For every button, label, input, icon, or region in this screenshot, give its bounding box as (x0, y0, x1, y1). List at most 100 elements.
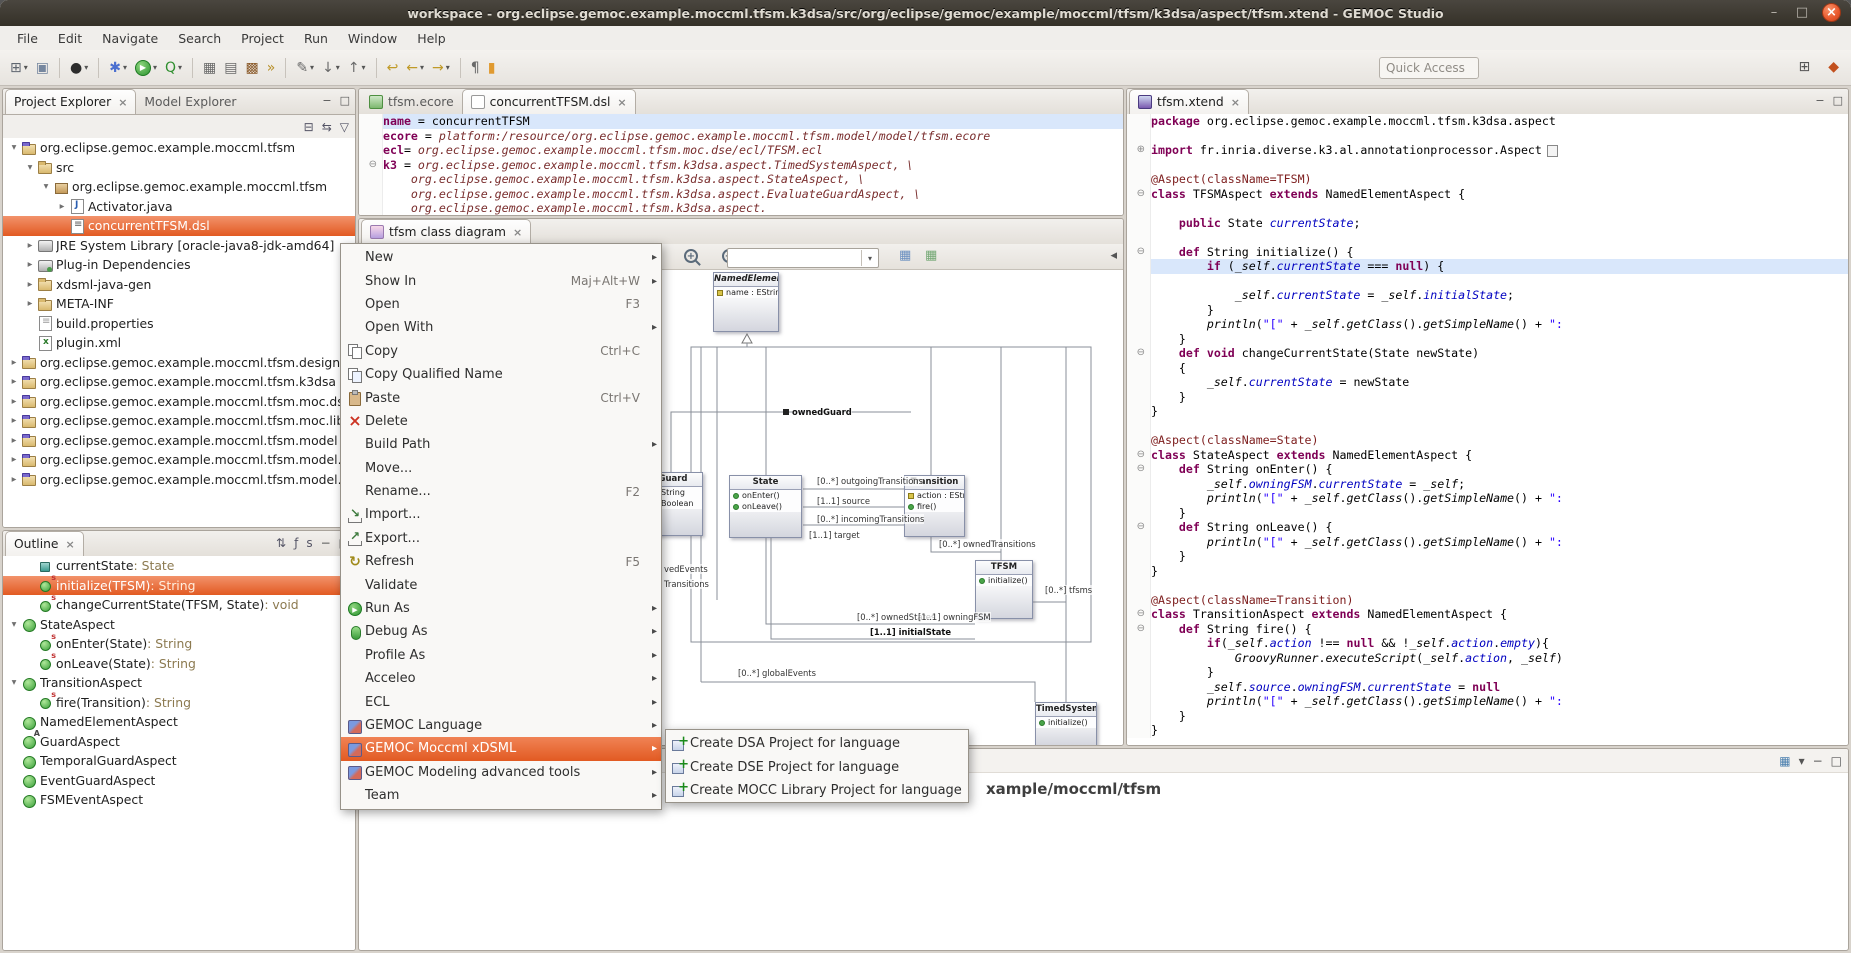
run-icon[interactable]: ▶▾ (132, 56, 160, 80)
tree-item-org-eclipse-gemoc-example-moccml-tfsm-k3dsa[interactable]: ▸org.eclipse.gemoc.example.moccml.tfsm.k… (3, 372, 355, 392)
menu-item-team[interactable]: Team▸ (341, 784, 661, 807)
expander-icon[interactable]: ▸ (7, 474, 21, 485)
tree-item-concurrenttfsm-dsl[interactable]: concurrentTFSM.dsl (3, 216, 355, 236)
tree-item-onleave-state[interactable]: sonLeave(State) : String (3, 654, 355, 674)
tree-item-fsmeventaspect[interactable]: FSMEventAspect (3, 790, 355, 810)
collapse-palette-icon[interactable]: ◂ (1110, 248, 1117, 263)
zoom-combo[interactable]: ▾ (727, 248, 879, 268)
expander-icon[interactable]: ▸ (23, 240, 37, 251)
expander-icon[interactable]: ▸ (7, 357, 21, 368)
expander-icon[interactable]: ▸ (55, 201, 69, 212)
close-tab-icon[interactable]: × (1231, 96, 1240, 109)
minimize-view-icon[interactable]: − (1813, 754, 1823, 768)
view-menu-icon[interactable]: ▽ (340, 120, 349, 134)
maximize-view-icon[interactable]: □ (340, 94, 350, 107)
class-box-state[interactable]: StateonEnter()onLeave() (729, 475, 802, 538)
tree-item-guardaspect[interactable]: AGuardAspect (3, 732, 355, 752)
class-box-tfsm[interactable]: TFSMinitialize() (975, 560, 1033, 619)
show-whitespace-icon[interactable]: ¶ (468, 56, 483, 80)
external-tools-icon[interactable]: ✱▾ (106, 56, 130, 80)
fold-marker-icon[interactable]: ⊖ (1127, 520, 1151, 535)
export-image-icon[interactable]: ▦ (899, 248, 911, 263)
tree-item-org-eclipse-gemoc-example-moccml-tfsm-model-e[interactable]: ▸org.eclipse.gemoc.example.moccml.tfsm.m… (3, 450, 355, 470)
tab-tfsm-class-diagram[interactable]: tfsm class diagram× (361, 219, 531, 244)
menu-item-new[interactable]: New▸ (341, 246, 661, 269)
back-icon[interactable]: ←▾ (403, 56, 427, 80)
menu-item-refresh[interactable]: RefreshF5 (341, 550, 661, 573)
view-icon[interactable]: ▦ (1779, 754, 1790, 768)
collapse-all-icon[interactable]: ⊟ (304, 120, 314, 134)
view-menu-icon[interactable]: ▾ (1799, 754, 1805, 768)
tree-item-org-eclipse-gemoc-example-moccml-tfsm-moc-lib[interactable]: ▸org.eclipse.gemoc.example.moccml.tfsm.m… (3, 411, 355, 431)
tree-item-plugin-xml[interactable]: plugin.xml (3, 333, 355, 353)
fold-marker-icon[interactable]: ⊖ (1127, 245, 1151, 260)
menu-item-run-as[interactable]: Run As▸ (341, 597, 661, 620)
tree-item-org-eclipse-gemoc-example-moccml-tfsm-moc-dse[interactable]: ▸org.eclipse.gemoc.example.moccml.tfsm.m… (3, 392, 355, 412)
collapsed-imports-icon[interactable] (1547, 145, 1558, 157)
tab-outline[interactable]: Outline× (5, 531, 84, 556)
next-annotation-icon[interactable]: ↓▾ (319, 56, 343, 80)
maximize-view-icon[interactable]: □ (1831, 754, 1842, 768)
fold-marker-icon[interactable]: ⊖ (1127, 448, 1151, 463)
menu-item-copy[interactable]: CopyCtrl+C (341, 340, 661, 363)
close-tab-icon[interactable]: × (617, 96, 626, 109)
expander-icon[interactable]: ▸ (7, 376, 21, 387)
fold-marker-icon[interactable]: ⊖ (1127, 187, 1151, 202)
save-icon[interactable]: ▣ (33, 56, 52, 80)
tree-item-namedelementaspect[interactable]: NamedElementAspect (3, 712, 355, 732)
menu-item-compare-with[interactable]: Compare With▸ (341, 807, 661, 810)
menu-help[interactable]: Help (408, 29, 455, 48)
tree-item-org-eclipse-gemoc-example-moccml-tfsm[interactable]: ▾org.eclipse.gemoc.example.moccml.tfsm (3, 138, 355, 158)
tree-item-org-eclipse-gemoc-example-moccml-tfsm-model-e[interactable]: ▸org.eclipse.gemoc.example.moccml.tfsm.m… (3, 470, 355, 490)
tree-item-changecurrentstate-tfsm-state[interactable]: schangeCurrentState(TFSM, State) : void (3, 595, 355, 615)
tree-item-jre-system-library-oracle-java8-jdk-amd64[interactable]: ▸JRE System Library [oracle-java8-jdk-am… (3, 236, 355, 256)
tree-item-plug-in-dependencies[interactable]: ▸Plug-in Dependencies (3, 255, 355, 275)
expander-icon[interactable]: ▸ (23, 298, 37, 309)
search-icon[interactable]: » (264, 56, 279, 80)
tree-item-org-eclipse-gemoc-example-moccml-tfsm-design[interactable]: ▸org.eclipse.gemoc.example.moccml.tfsm.d… (3, 353, 355, 373)
tree-item-meta-inf[interactable]: ▸META-INF (3, 294, 355, 314)
prev-annotation-icon[interactable]: ↑▾ (345, 56, 369, 80)
close-tab-icon[interactable]: × (66, 538, 75, 551)
mark-occurrences-icon[interactable]: ✎▾ (293, 56, 317, 80)
menu-item-paste[interactable]: PasteCtrl+V (341, 386, 661, 409)
fold-marker-icon[interactable]: ⊖ (1127, 346, 1151, 361)
zoom-combo-caret-icon[interactable]: ▾ (861, 250, 878, 266)
expander-icon[interactable]: ▾ (23, 162, 37, 173)
hide-fields-icon[interactable]: ƒ (294, 536, 298, 550)
menu-item-open[interactable]: OpenF3 (341, 293, 661, 316)
expander-icon[interactable]: ▸ (23, 259, 37, 270)
tree-item-temporalguardaspect[interactable]: TemporalGuardAspect (3, 751, 355, 771)
quick-access-input[interactable]: Quick Access (1379, 57, 1479, 79)
tab-project-explorer[interactable]: Project Explorer× (5, 89, 136, 114)
new-java-project-icon[interactable]: ▦ (200, 56, 219, 80)
menu-item-ecl[interactable]: ECL▸ (341, 690, 661, 713)
grid-icon[interactable]: ▦ (925, 248, 937, 263)
close-tab-icon[interactable]: × (513, 226, 522, 239)
close-button[interactable]: × (1822, 3, 1841, 22)
menu-window[interactable]: Window (339, 29, 406, 48)
menu-item-create-mocc-library-project-for-language[interactable]: Create MOCC Library Project for language (666, 779, 968, 802)
zoom-in-icon[interactable]: + (684, 249, 698, 263)
coverage-icon[interactable]: Q▾ (162, 56, 185, 80)
expander-icon[interactable]: ▾ (39, 181, 53, 192)
tree-item-eventguardaspect[interactable]: EventGuardAspect (3, 771, 355, 791)
dsl-code-editor[interactable]: name = concurrentTFSMecore = platform:/r… (359, 114, 1123, 215)
menu-item-gemoc-moccml-xdsml[interactable]: GEMOC Moccml xDSML▸ (341, 737, 661, 760)
menu-item-gemoc-language[interactable]: GEMOC Language▸ (341, 714, 661, 737)
class-box-timedsystem[interactable]: TimedSysteminitialize() (1035, 702, 1097, 746)
close-tab-icon[interactable]: × (118, 96, 127, 109)
open-perspective-icon[interactable]: ⊞ (1795, 55, 1813, 79)
link-with-editor-icon[interactable]: ⇆ (322, 120, 332, 134)
menu-item-debug-as[interactable]: Debug As▸ (341, 620, 661, 643)
menu-run[interactable]: Run (295, 29, 337, 48)
user-profile-icon[interactable]: ●▾ (67, 56, 91, 80)
tree-item-build-properties[interactable]: build.properties (3, 314, 355, 334)
fold-marker-icon[interactable]: ⊖ (1127, 622, 1151, 637)
fold-marker-icon[interactable]: ⊖ (1127, 607, 1151, 622)
menu-item-build-path[interactable]: Build Path▸ (341, 433, 661, 456)
expander-icon[interactable]: ▾ (7, 677, 21, 688)
expander-icon[interactable]: ▸ (7, 435, 21, 446)
minimize-view-icon[interactable]: − (321, 536, 331, 550)
tree-item-org-eclipse-gemoc-example-moccml-tfsm-model[interactable]: ▸org.eclipse.gemoc.example.moccml.tfsm.m… (3, 431, 355, 451)
